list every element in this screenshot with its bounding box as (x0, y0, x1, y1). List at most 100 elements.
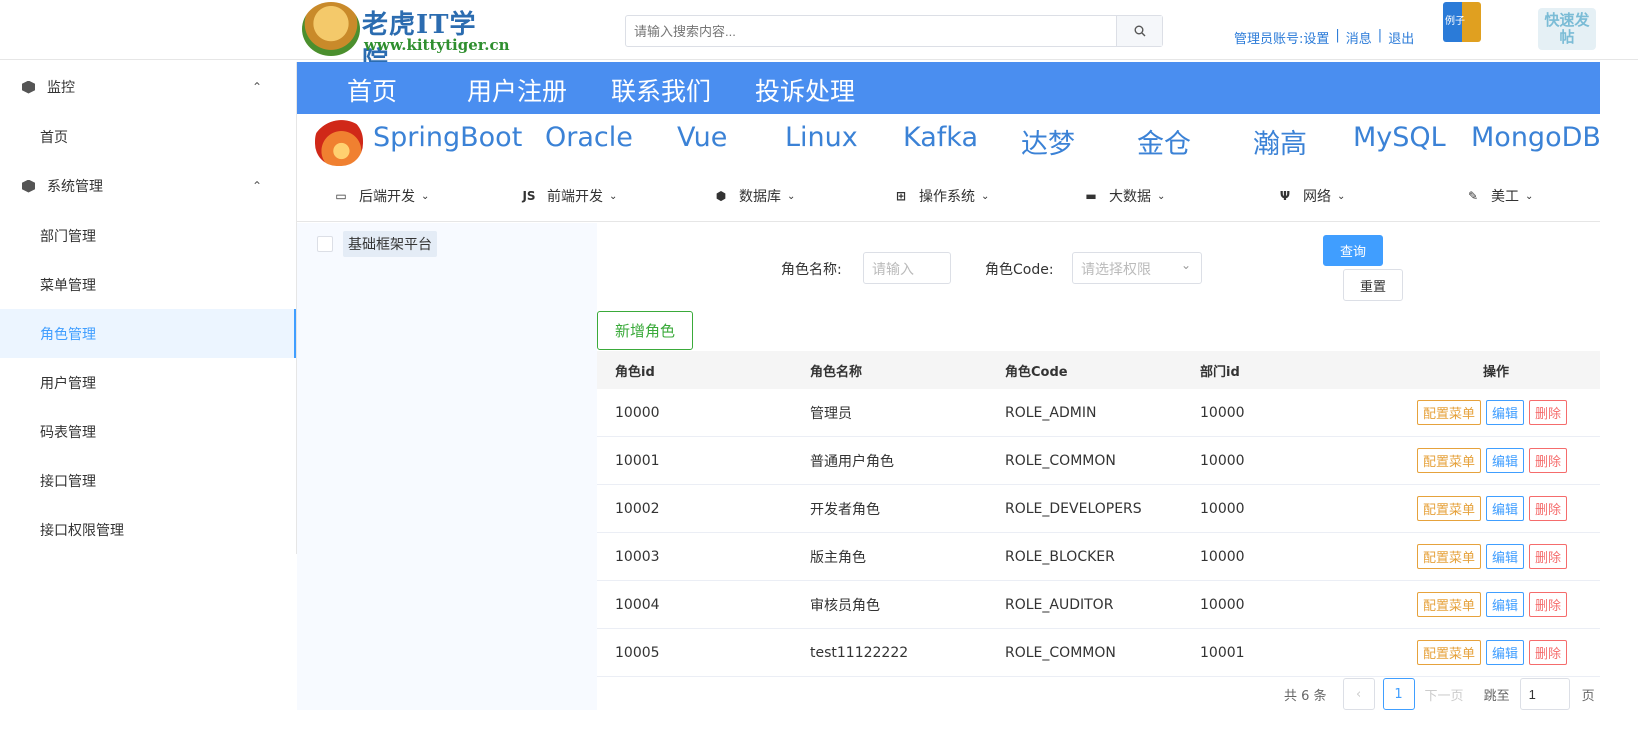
delete-button[interactable]: 删除 (1528, 400, 1567, 425)
quick-post-button[interactable]: 快速发帖 (1538, 8, 1596, 50)
category-frontend[interactable]: JS 前端开发 ⌄ (521, 186, 617, 206)
network-icon: Ψ (1279, 189, 1291, 203)
category-label: 网络 (1303, 189, 1331, 205)
delete-button[interactable]: 删除 (1528, 448, 1567, 473)
windows-icon: ⊞ (895, 189, 907, 203)
edit-button[interactable]: 编辑 (1485, 592, 1524, 617)
search-box (625, 15, 1163, 47)
dept-id-cell: 10001 (1200, 644, 1245, 661)
goto-page-input[interactable] (1519, 678, 1570, 710)
tree-node[interactable]: 基础框架平台 (317, 231, 437, 257)
dept-id-cell: 10000 (1200, 404, 1245, 421)
example-badge-icon[interactable]: 例子 (1443, 2, 1481, 42)
config-menu-button[interactable]: 配置菜单 (1416, 640, 1481, 665)
tree-checkbox[interactable] (317, 236, 333, 252)
sidebar-item-dept[interactable]: 部门管理 (0, 211, 296, 260)
top-nav: 首页 用户注册 联系我们 投诉处理 (297, 62, 1600, 114)
logout-link[interactable]: 退出 (1388, 28, 1414, 47)
tech-link[interactable]: 达梦 (1021, 122, 1075, 161)
search-button[interactable] (1116, 16, 1162, 46)
config-menu-button[interactable]: 配置菜单 (1416, 448, 1481, 473)
search-input[interactable] (626, 16, 1116, 46)
column-header: 操作 (1482, 364, 1509, 380)
category-design[interactable]: ✎ 美工 ⌄ (1465, 186, 1533, 206)
role-name-label: 角色名称: (781, 262, 842, 278)
edit-button[interactable]: 编辑 (1485, 640, 1524, 665)
edit-button[interactable]: 编辑 (1485, 544, 1524, 569)
reset-button[interactable]: 重置 (1343, 269, 1403, 301)
role-code-cell: ROLE_BLOCKER (1005, 548, 1115, 565)
site-logo[interactable]: 老虎IT学院 www.kittytiger.cn (302, 2, 510, 77)
nav-register[interactable]: 用户注册 (467, 72, 567, 108)
tech-link[interactable]: MySQL (1353, 122, 1446, 153)
delete-button[interactable]: 删除 (1528, 496, 1567, 521)
tech-link[interactable]: Vue (677, 122, 727, 153)
config-menu-button[interactable]: 配置菜单 (1416, 496, 1481, 521)
edit-button[interactable]: 编辑 (1485, 496, 1524, 521)
category-database[interactable]: ⬢ 数据库 ⌄ (713, 186, 796, 206)
column-header: 角色id (615, 364, 655, 380)
delete-button[interactable]: 删除 (1528, 640, 1567, 665)
messages-link[interactable]: 消息 (1346, 28, 1372, 47)
category-os[interactable]: ⊞ 操作系统 ⌄ (893, 186, 989, 206)
nav-contact[interactable]: 联系我们 (611, 72, 711, 108)
sidebar-item-menu[interactable]: 菜单管理 (0, 260, 296, 309)
chevron-down-icon: ⌄ (421, 190, 430, 202)
sidebar-item-user[interactable]: 用户管理 (0, 358, 296, 407)
table-row: 10002 开发者角色 ROLE_DEVELOPERS 10000 配置菜单 编辑 删除 (597, 485, 1600, 533)
edit-button[interactable]: 编辑 (1485, 400, 1524, 425)
tech-link[interactable]: 金仓 (1137, 122, 1191, 161)
sidebar-item-api-permission[interactable]: 接口权限管理 (0, 505, 296, 554)
sidebar-group-system[interactable]: 系统管理 ⌃ (0, 161, 296, 211)
category-network[interactable]: Ψ 网络 ⌄ (1277, 186, 1346, 206)
config-menu-button[interactable]: 配置菜单 (1416, 592, 1481, 617)
category-label: 美工 (1491, 189, 1519, 205)
sidebar-group-monitor[interactable]: 监控 ⌃ (0, 62, 296, 112)
sidebar-item-codetable[interactable]: 码表管理 (0, 407, 296, 456)
table-row: 10001 普通用户角色 ROLE_COMMON 10000 配置菜单 编辑 删除 (597, 437, 1600, 485)
tech-link[interactable]: Linux (785, 122, 858, 153)
sidebar-item-role[interactable]: 角色管理 (0, 309, 296, 358)
tech-link[interactable]: MongoDB (1471, 122, 1601, 153)
category-bigdata[interactable]: ▬ 大数据 ⌄ (1083, 186, 1165, 206)
tech-link[interactable]: Oracle (545, 122, 633, 153)
nav-complaint[interactable]: 投诉处理 (755, 72, 855, 108)
dept-id-cell: 10000 (1200, 500, 1245, 517)
row-actions: 配置菜单 编辑 删除 (1392, 496, 1600, 521)
nav-home[interactable]: 首页 (347, 72, 397, 108)
prev-page-button[interactable]: ‹ (1342, 678, 1375, 710)
table-row: 10003 版主角色 ROLE_BLOCKER 10000 配置菜单 编辑 删除 (597, 533, 1600, 581)
column-header: 角色名称 (810, 364, 863, 380)
total-count: 共 6 条 (1284, 688, 1327, 704)
tree-node-label[interactable]: 基础框架平台 (343, 231, 437, 257)
category-label: 前端开发 (547, 189, 603, 205)
chevron-up-icon: ⌃ (251, 179, 262, 193)
category-backend[interactable]: ▭ 后端开发 ⌄ (333, 186, 429, 206)
query-button[interactable]: 查询 (1323, 235, 1383, 266)
chevron-down-icon: ⌄ (1337, 190, 1346, 202)
role-name-input[interactable]: 请输入 (863, 252, 951, 284)
config-menu-button[interactable]: 配置菜单 (1416, 544, 1481, 569)
delete-button[interactable]: 删除 (1528, 544, 1567, 569)
tech-link[interactable]: Kafka (903, 122, 978, 153)
dept-id-cell: 10000 (1200, 596, 1245, 613)
bottom-area (297, 710, 1600, 747)
next-page-button[interactable]: 下一页 (1425, 685, 1464, 704)
sidebar-item-home[interactable]: 首页 (0, 112, 296, 161)
edit-button[interactable]: 编辑 (1485, 448, 1524, 473)
sidebar-item-api[interactable]: 接口管理 (0, 456, 296, 505)
role-code-cell: ROLE_AUDITOR (1005, 596, 1114, 613)
role-code-placeholder: 请选择权限 (1081, 262, 1151, 278)
config-menu-button[interactable]: 配置菜单 (1416, 400, 1481, 425)
page-number[interactable]: 1 (1382, 678, 1415, 710)
role-code-select[interactable]: 请选择权限 ⌄ (1072, 252, 1202, 284)
tech-link[interactable]: SpringBoot (373, 122, 522, 153)
springboot-flame-icon (315, 116, 363, 166)
cube-icon (22, 179, 35, 193)
delete-button[interactable]: 删除 (1528, 592, 1567, 617)
add-role-button[interactable]: 新增角色 (597, 311, 693, 350)
dept-tree: 基础框架平台 (297, 223, 597, 710)
tech-link[interactable]: 瀚高 (1253, 122, 1307, 161)
account-settings-link[interactable]: 管理员账号:设置 (1234, 28, 1329, 47)
table-row: 10004 审核员角色 ROLE_AUDITOR 10000 配置菜单 编辑 删除 (597, 581, 1600, 629)
